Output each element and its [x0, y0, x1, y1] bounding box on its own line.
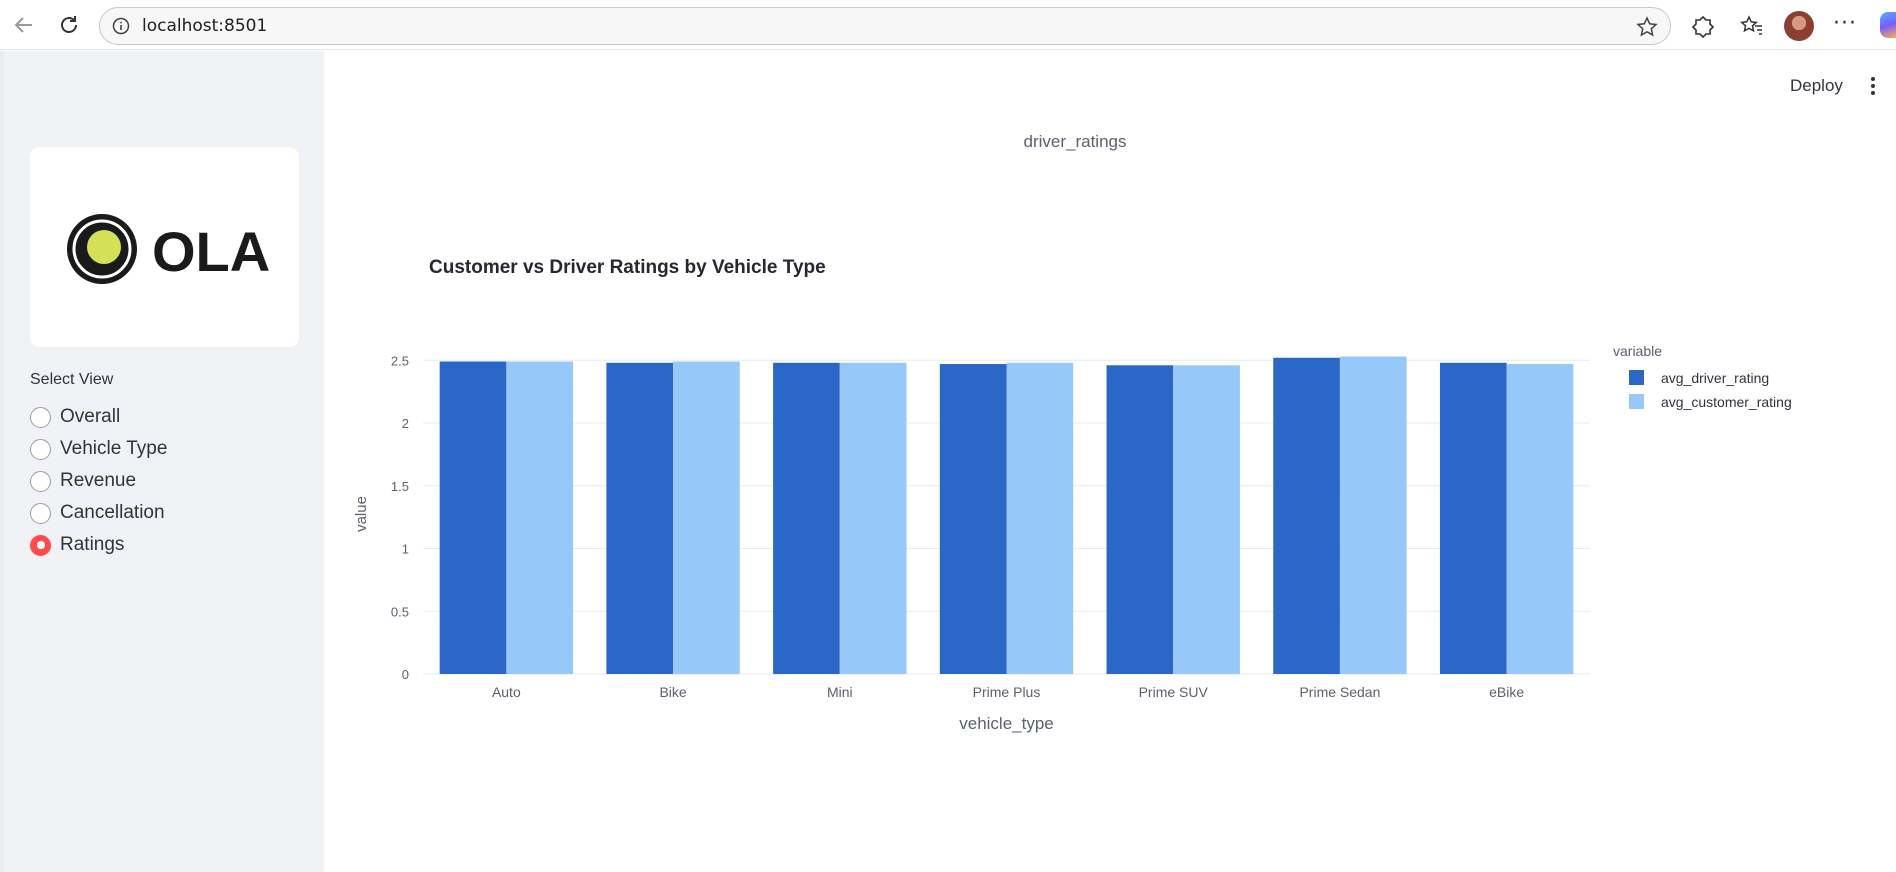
legend-title: variable: [1613, 343, 1662, 359]
bar-avg_customer_rating-ebike: [1506, 364, 1574, 674]
logo-card: OLA: [30, 147, 299, 347]
radio-button[interactable]: [30, 470, 51, 492]
radio-label: Revenue: [60, 470, 137, 491]
bar-avg_driver_rating-prime-plus: [939, 364, 1007, 674]
bar-avg_driver_rating-prime-sedan: [1273, 357, 1340, 674]
bar-avg_driver_rating-ebike: [1439, 362, 1507, 674]
bar-avg_driver_rating-bike: [606, 362, 674, 674]
bar-avg_customer_rating-prime-suv: [1173, 365, 1240, 674]
legend-label: avg_customer_rating: [1661, 394, 1792, 410]
select-view-label: Select View: [30, 371, 114, 388]
legend-label: avg_driver_rating: [1661, 370, 1769, 386]
profile-avatar[interactable]: [1784, 11, 1814, 41]
refresh-icon[interactable]: [54, 10, 84, 40]
address-bar[interactable]: localhost:8501: [99, 7, 1671, 45]
x-tick-label: eBike: [1489, 684, 1524, 700]
radio-button[interactable]: [30, 502, 51, 524]
favorites-icon[interactable]: [1738, 12, 1766, 40]
ola-logo: OLA: [67, 214, 270, 284]
legend-swatch: [1629, 370, 1644, 385]
url-text[interactable]: localhost:8501: [142, 16, 267, 36]
x-tick-label: Prime SUV: [1139, 684, 1209, 700]
x-tick-label: Prime Sedan: [1299, 684, 1380, 700]
bar-avg_customer_rating-bike: [673, 361, 740, 674]
copilot-icon[interactable]: [1880, 12, 1896, 38]
radio-label: Vehicle Type: [60, 438, 168, 459]
radio-option-cancellation[interactable]: Cancellation: [30, 500, 165, 526]
bar-avg_customer_rating-mini: [839, 362, 907, 674]
bar-avg_customer_rating-prime-plus: [1006, 362, 1074, 674]
bar-avg_customer_rating-auto: [506, 361, 574, 674]
x-tick-label: Mini: [827, 684, 853, 700]
legend[interactable]: variable avg_driver_rating avg_customer_ra…: [1613, 343, 1792, 410]
y-tick-label: 2.5: [391, 353, 409, 368]
radio-label: Ratings: [60, 534, 125, 555]
radio-option-revenue[interactable]: Revenue: [30, 468, 136, 494]
bar-avg_customer_rating-prime-sedan: [1339, 356, 1407, 674]
back-arrow-icon[interactable]: [9, 10, 39, 40]
radio-option-ratings[interactable]: Ratings: [30, 532, 124, 558]
y-tick-label: 0: [402, 667, 409, 682]
radio-label: Cancellation: [60, 502, 165, 523]
radio-button-selected[interactable]: [30, 534, 51, 556]
x-tick-label: Prime Plus: [973, 684, 1041, 700]
radio-label: Overall: [60, 406, 121, 427]
bar-chart: 0 0.5 1 1.5 2 2.5 Auto Bike Mini Prime Plus Prime…: [353, 343, 1792, 733]
star-icon[interactable]: [1636, 16, 1658, 42]
extensions-icon[interactable]: [1689, 12, 1717, 40]
legend-swatch: [1629, 394, 1644, 409]
y-tick-label: 2: [402, 416, 409, 431]
bar-avg_driver_rating-prime-suv: [1106, 365, 1174, 674]
y-axis-label: value: [353, 496, 370, 532]
x-tick-label: Bike: [659, 684, 686, 700]
more-icon[interactable]: ···: [1833, 11, 1857, 36]
bar-avg_driver_rating-auto: [439, 361, 507, 674]
x-axis-label: vehicle_type: [959, 714, 1054, 733]
radio-button[interactable]: [30, 438, 51, 460]
main-content: Deploy driver_ratings Customer vs Driver…: [324, 51, 1896, 872]
radio-option-overall[interactable]: Overall: [30, 404, 120, 430]
y-tick-label: 1.5: [391, 479, 409, 494]
bar-avg_driver_rating-mini: [773, 362, 840, 674]
radio-option-vehicle-type[interactable]: Vehicle Type: [30, 436, 167, 462]
logo-text: OLA: [152, 220, 270, 283]
radio-button[interactable]: [30, 406, 51, 428]
y-tick-label: 1: [402, 542, 409, 557]
info-icon[interactable]: [112, 17, 130, 39]
y-tick-label: 0.5: [391, 604, 409, 619]
browser-toolbar: localhost:8501 ···: [0, 0, 1896, 50]
sidebar: OLA Select View Overall Vehicle Type Rev…: [0, 51, 324, 872]
x-tick-label: Auto: [492, 684, 521, 700]
